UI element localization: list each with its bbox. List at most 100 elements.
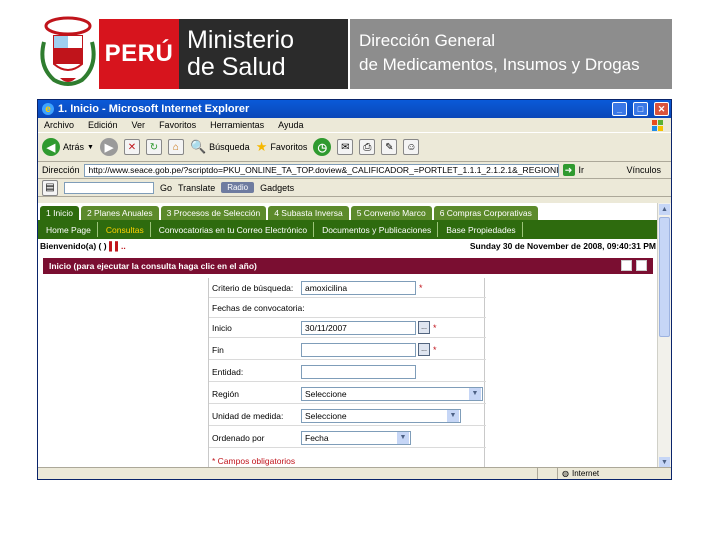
menu-herramientas[interactable]: Herramientas	[210, 120, 264, 130]
chevron-down-icon: ▼	[397, 431, 409, 444]
welcome-row: Bienvenido(a) ( ) ▌▌.. Sunday 30 de Nove…	[40, 241, 656, 253]
inicio-row: Inicio ... *	[209, 318, 486, 338]
fechas-row: Fechas de convocatoria:	[209, 298, 486, 318]
orden-select[interactable]: Fecha ▼	[301, 430, 411, 445]
google-toolbar: ▤ Go Translate Radio Gadgets	[38, 179, 671, 197]
tab-inicio[interactable]: 1 Inicio	[40, 206, 79, 220]
home-icon[interactable]: ⌂	[167, 139, 184, 155]
tab-subasta-inversa[interactable]: 4 Subasta Inversa	[268, 206, 349, 220]
back-label: Atrás	[63, 142, 85, 152]
mail-icon[interactable]: ✉	[337, 139, 354, 155]
window-title: 1. Inicio - Microsoft Internet Explorer	[58, 103, 250, 115]
links-label[interactable]: Vínculos	[626, 165, 671, 175]
maximize-icon[interactable]: □	[633, 102, 648, 116]
maximize-panel-icon[interactable]	[636, 260, 647, 271]
address-input[interactable]: http://www.seace.gob.pe/?scriptdo=PKU_ON…	[83, 163, 559, 177]
favorites-button[interactable]: ★ Favoritos	[256, 139, 308, 155]
go2-button[interactable]: Go	[160, 183, 172, 193]
unidad-row: Unidad de medida: Seleccione ▼	[209, 406, 486, 426]
welcome-label: Bienvenido(a) ( )	[40, 241, 107, 251]
subtab-convocatorias-correo[interactable]: Convocatorias en tu Correo Electrónico	[153, 222, 315, 237]
entidad-input[interactable]	[301, 364, 416, 379]
directorate-line-2: de Medicamentos, Insumos y Drogas	[359, 55, 640, 74]
tab-planes-anuales[interactable]: 2 Planes Anuales	[80, 206, 159, 220]
panel-title: Inicio (para ejecutar la consulta haga c…	[49, 261, 257, 271]
directorate-line-1: Dirección General	[359, 31, 496, 50]
toolbar-search-input[interactable]	[64, 181, 154, 194]
inicio-calendar-button[interactable]: ...	[418, 321, 430, 334]
scroll-thumb[interactable]	[659, 217, 670, 337]
inicio-label: Inicio	[212, 322, 232, 333]
restore-panel-icon[interactable]	[621, 260, 632, 271]
sub-navigation: Home Page Consultas Convocatorias en tu …	[38, 220, 658, 239]
chevron-down-icon: ▼	[469, 387, 481, 400]
address-bar: Dirección http://www.seace.gob.pe/?scrip…	[38, 162, 671, 179]
tab-procesos-seleccion[interactable]: 3 Procesos de Selección	[160, 206, 267, 220]
scroll-up-icon[interactable]: ▲	[659, 204, 670, 215]
region-select[interactable]: Seleccione ▼	[301, 386, 483, 401]
browser-window: e 1. Inicio - Microsoft Internet Explore…	[37, 99, 672, 480]
globe-icon: ◍	[562, 469, 569, 478]
translate-button[interactable]: Translate	[178, 183, 215, 193]
fin-calendar-button[interactable]: ...	[418, 343, 430, 356]
orden-label: Ordenado por	[212, 432, 265, 443]
favorites-label: Favoritos	[270, 142, 308, 152]
page-content: 1 Inicio 2 Planes Anuales 3 Procesos de …	[38, 203, 658, 469]
fin-label: Fin	[212, 344, 224, 355]
toolbar-menu-icon[interactable]: ▤	[42, 179, 58, 196]
menu-archivo[interactable]: Archivo	[44, 120, 74, 130]
forward-arrow-icon[interactable]: ▶	[99, 138, 118, 156]
peru-logo: PERÚ	[99, 19, 179, 89]
stop-icon[interactable]: ✕	[123, 139, 140, 155]
required-mark: *	[433, 344, 437, 355]
unidad-label: Unidad de medida:	[212, 410, 284, 421]
zone-label: Internet	[571, 469, 600, 478]
vertical-scrollbar[interactable]: ▲ ▼	[657, 203, 671, 469]
edit-icon[interactable]: ✎	[381, 139, 398, 155]
entidad-row: Entidad:	[209, 362, 486, 382]
entidad-label: Entidad:	[212, 366, 244, 377]
menu-edicion[interactable]: Edición	[88, 120, 118, 130]
gadgets-button[interactable]: Gadgets	[260, 183, 294, 193]
ministry-line-1: Ministerio	[187, 26, 294, 54]
coat-of-arms-icon	[40, 16, 96, 86]
search-button[interactable]: 🔍 Búsqueda	[190, 139, 250, 155]
unidad-select[interactable]: Seleccione ▼	[301, 408, 461, 423]
radio-button[interactable]: Radio	[221, 182, 255, 193]
welcome-mark: ▌▌..	[108, 241, 126, 251]
print-icon[interactable]: ⎙	[359, 139, 376, 155]
region-value: Seleccione	[305, 388, 347, 399]
go-button[interactable]: Ir	[579, 165, 585, 175]
criterio-input[interactable]	[301, 280, 416, 295]
tab-compras-corporativas[interactable]: 6 Compras Corporativas	[433, 206, 538, 220]
subtab-documentos[interactable]: Documentos y Publicaciones	[316, 222, 439, 237]
menu-ver[interactable]: Ver	[132, 120, 146, 130]
status-bar: ◍ Internet	[38, 467, 671, 479]
go-arrow-icon[interactable]: ➜	[562, 164, 575, 176]
close-icon[interactable]: ✕	[654, 102, 669, 116]
subtab-base-propiedades[interactable]: Base Propiedades	[440, 222, 523, 237]
inicio-date-input[interactable]	[301, 320, 416, 335]
chevron-down-icon: ▼	[87, 143, 94, 151]
menu-favoritos[interactable]: Favoritos	[159, 120, 196, 130]
menu-ayuda[interactable]: Ayuda	[278, 120, 303, 130]
title-bar[interactable]: e 1. Inicio - Microsoft Internet Explore…	[38, 100, 671, 118]
criterio-label: Criterio de búsqueda:	[212, 282, 294, 293]
menu-bar: Archivo Edición Ver Favoritos Herramient…	[38, 118, 671, 132]
unidad-value: Seleccione	[305, 410, 347, 421]
main-tabs: 1 Inicio 2 Planes Anuales 3 Procesos de …	[38, 206, 658, 220]
tab-convenio-marco[interactable]: 5 Convenio Marco	[350, 206, 432, 220]
back-button[interactable]: ◀ Atrás ▼	[42, 138, 94, 156]
subtab-consultas[interactable]: Consultas	[100, 222, 151, 237]
refresh-icon[interactable]: ↻	[145, 139, 162, 155]
status-lock	[538, 467, 558, 479]
ministry-logo: Ministerio de Salud	[179, 19, 348, 89]
fin-date-input[interactable]	[301, 342, 416, 357]
subtab-home-page[interactable]: Home Page	[40, 222, 98, 237]
messenger-icon[interactable]: ☺	[403, 139, 420, 155]
minimize-icon[interactable]: _	[612, 102, 627, 116]
search-form: Criterio de búsqueda: * Fechas de convoc…	[208, 278, 486, 468]
orden-value: Fecha	[305, 432, 329, 443]
panel-header: Inicio (para ejecutar la consulta haga c…	[43, 258, 653, 274]
history-icon[interactable]: ◷	[313, 138, 332, 156]
